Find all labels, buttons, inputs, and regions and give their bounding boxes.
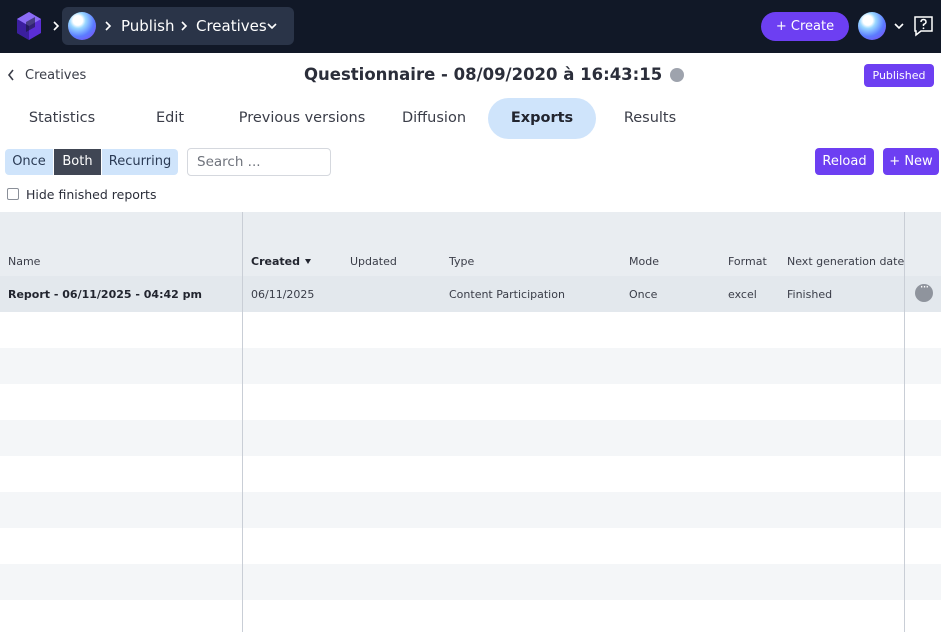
tab-previous-versions[interactable]: Previous versions xyxy=(232,98,372,139)
column-header-created-label: Created xyxy=(251,255,300,268)
filter-recurring[interactable]: Recurring xyxy=(102,149,178,175)
empty-row xyxy=(0,348,941,384)
empty-row xyxy=(0,312,941,348)
chevron-right-icon xyxy=(53,21,60,31)
app-logo-icon[interactable] xyxy=(16,11,42,41)
cell-mode: Once xyxy=(629,288,658,301)
top-navigation-bar: Publish Creatives + Create xyxy=(0,0,941,53)
create-button[interactable]: + Create xyxy=(761,12,849,41)
user-avatar[interactable] xyxy=(858,12,886,40)
column-header-updated[interactable]: Updated xyxy=(350,255,397,269)
column-divider xyxy=(904,212,905,632)
empty-row xyxy=(0,492,941,528)
empty-row xyxy=(0,564,941,600)
empty-row xyxy=(0,420,941,456)
column-header-created[interactable]: Created xyxy=(251,255,311,269)
cell-name[interactable]: Report - 06/11/2025 - 04:42 pm xyxy=(8,288,202,302)
chevron-right-icon xyxy=(105,21,112,31)
sort-desc-icon xyxy=(304,259,311,264)
empty-row xyxy=(0,384,941,420)
tab-exports[interactable]: Exports xyxy=(488,98,596,139)
help-icon[interactable] xyxy=(913,15,934,37)
breadcrumb-creatives[interactable]: Creatives xyxy=(196,17,267,35)
page-title: Questionnaire - 08/09/2020 à 16:43:15 xyxy=(304,65,663,84)
column-header-mode[interactable]: Mode xyxy=(629,255,659,269)
search-input[interactable] xyxy=(187,148,331,176)
empty-row xyxy=(0,600,941,632)
cell-created: 06/11/2025 xyxy=(251,288,315,301)
tab-statistics[interactable]: Statistics xyxy=(16,98,108,139)
empty-row xyxy=(0,456,941,492)
status-badge: Published xyxy=(864,64,934,87)
breadcrumb-publish[interactable]: Publish xyxy=(121,17,174,35)
tab-edit[interactable]: Edit xyxy=(140,98,200,139)
back-link-label: Creatives xyxy=(25,67,87,83)
chevron-left-icon xyxy=(7,69,14,81)
empty-row xyxy=(0,528,941,564)
tab-diffusion[interactable]: Diffusion xyxy=(392,98,476,139)
filter-both[interactable]: Both xyxy=(54,149,101,175)
workspace-avatar[interactable] xyxy=(68,12,96,40)
hide-finished-checkbox[interactable] xyxy=(7,188,19,200)
reload-button[interactable]: Reload xyxy=(815,148,874,175)
cell-format: excel xyxy=(728,288,757,301)
chevron-down-icon[interactable] xyxy=(893,19,905,33)
column-header-next-generation[interactable]: Next generation date xyxy=(787,255,904,269)
filter-once[interactable]: Once xyxy=(5,149,53,175)
back-link[interactable]: Creatives xyxy=(7,66,86,84)
new-button[interactable]: + New xyxy=(883,148,939,175)
column-header-type[interactable]: Type xyxy=(449,255,474,269)
column-divider xyxy=(242,212,243,632)
cell-next-generation: Finished xyxy=(787,288,833,301)
column-header-format[interactable]: Format xyxy=(728,255,767,269)
column-header-name[interactable]: Name xyxy=(8,255,40,269)
hide-finished-label: Hide finished reports xyxy=(26,187,157,202)
cell-type: Content Participation xyxy=(449,288,565,301)
more-options-icon[interactable] xyxy=(670,63,684,82)
chevron-right-icon xyxy=(181,21,188,31)
tab-results[interactable]: Results xyxy=(614,98,686,139)
row-actions-icon[interactable] xyxy=(915,280,933,302)
chevron-down-icon[interactable] xyxy=(266,19,278,33)
